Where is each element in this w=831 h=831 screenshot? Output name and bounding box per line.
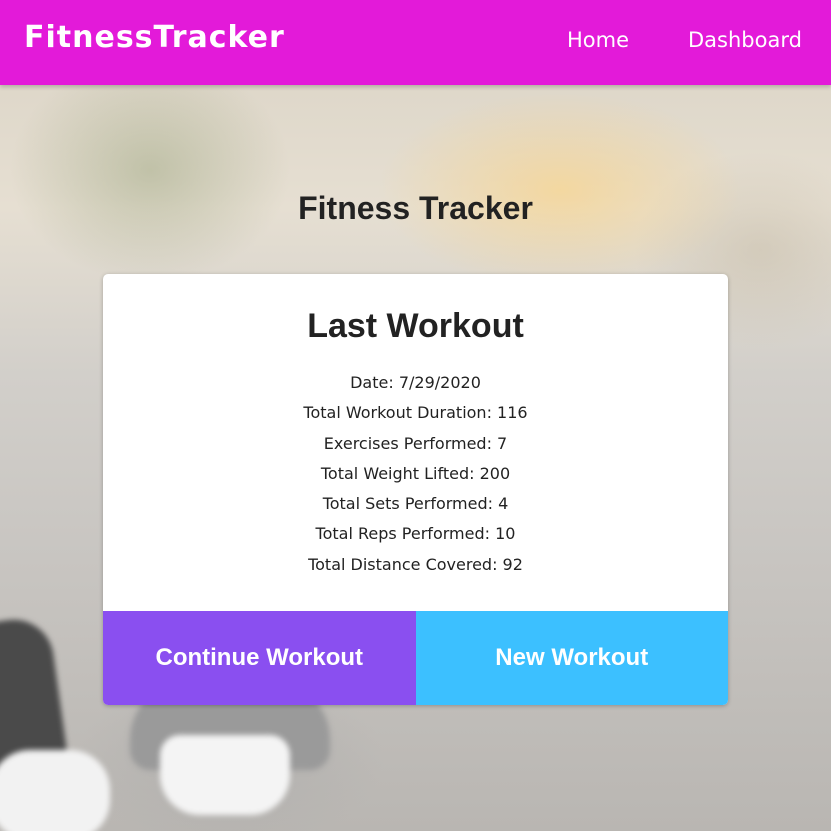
- nav-link-home[interactable]: Home: [567, 28, 629, 52]
- stat-date: Date: 7/29/2020: [350, 373, 481, 392]
- stat-total-sets: Total Sets Performed: 4: [322, 494, 509, 514]
- continue-workout-button[interactable]: Continue Workout: [103, 611, 416, 705]
- new-workout-button[interactable]: New Workout: [415, 611, 728, 705]
- workout-stats-list: Date: 7/29/2020 Total Workout Duration: …: [103, 368, 728, 580]
- brand-logo[interactable]: FitnessTracker: [24, 20, 285, 55]
- stat-total-duration: Total Workout Duration: 116: [303, 403, 528, 423]
- card-title: Last Workout: [307, 307, 524, 345]
- last-workout-card: Last Workout Date: 7/29/2020 Total Worko…: [103, 274, 728, 705]
- stat-total-weight: Total Weight Lifted: 200: [320, 463, 511, 483]
- stat-total-distance: Total Distance Covered: 92: [308, 554, 523, 574]
- background-shoe-image: [0, 750, 110, 831]
- background-shoe-image: [160, 735, 290, 815]
- page-title: Fitness Tracker: [298, 190, 533, 226]
- stat-exercises-performed: Exercises Performed: 7: [323, 433, 508, 453]
- nav-link-dashboard[interactable]: Dashboard: [688, 28, 802, 52]
- top-navbar: FitnessTracker Home Dashboard: [0, 0, 831, 85]
- stat-total-reps: Total Reps Performed: 10: [315, 524, 516, 544]
- page-background: FitnessTracker Home Dashboard Fitness Tr…: [0, 0, 831, 831]
